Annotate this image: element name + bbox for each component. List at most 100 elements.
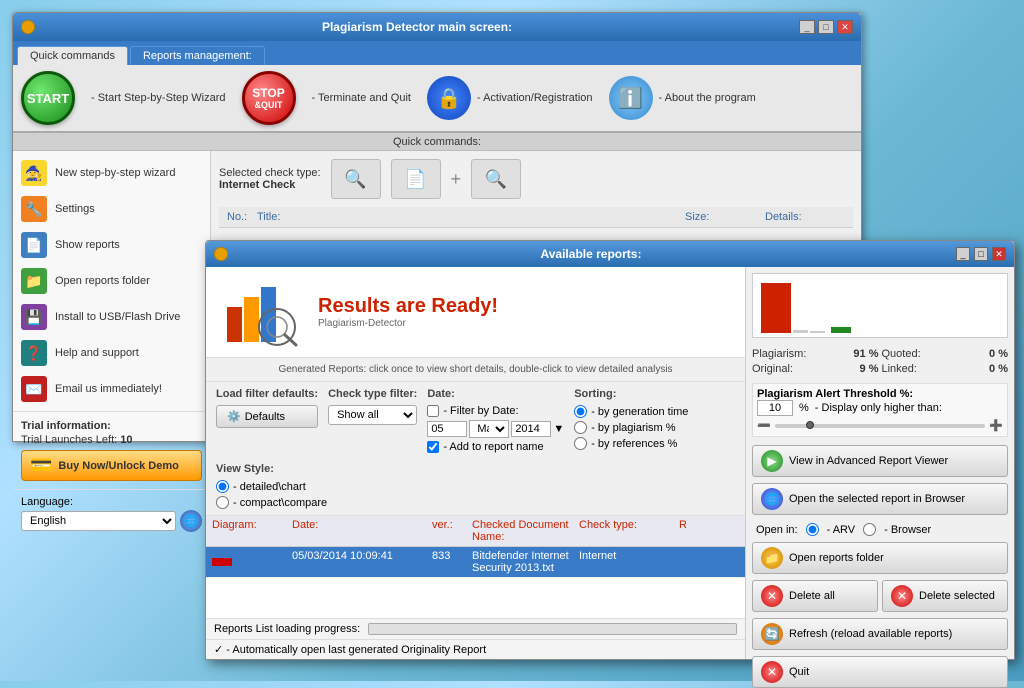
defaults-button[interactable]: ⚙️ Defaults	[216, 405, 318, 428]
reports-window: Available reports: _ □ ✕	[205, 240, 1015, 660]
buy-button[interactable]: 💳 Buy Now/Unlock Demo	[21, 450, 202, 481]
restore-button[interactable]: □	[818, 20, 834, 34]
threshold-label: Plagiarism Alert Threshold %:	[757, 388, 1003, 400]
original-value: 9 %	[860, 363, 879, 375]
threshold-display-label: - Display only higher than:	[815, 402, 942, 414]
settings-label: Settings	[55, 203, 95, 215]
add-to-report-checkbox[interactable]	[427, 441, 439, 453]
refresh-icon: 🔄	[761, 623, 783, 645]
filter-by-date-checkbox[interactable]	[427, 405, 439, 417]
date-month-select[interactable]: March	[469, 420, 509, 438]
trial-launches: Trial Launches Left: 10	[21, 434, 202, 446]
refresh-button[interactable]: 🔄 Refresh (reload available reports)	[752, 618, 1008, 650]
col-check-type: Check type:	[579, 519, 679, 543]
minus-icon[interactable]: ➖	[757, 419, 771, 432]
sidebar: 🧙 New step-by-step wizard 🔧 Settings 📄 S…	[13, 151, 211, 441]
check-type-filter-label: Check type filter:	[328, 388, 417, 400]
usb-label: Install to USB/Flash Drive	[55, 311, 180, 323]
col-diagram: Diagram:	[212, 519, 292, 543]
reports-minimize-button[interactable]: _	[956, 247, 970, 261]
settings-icon: 🔧	[21, 196, 47, 222]
toolbar: START - Start Step-by-Step Wizard STOP &…	[13, 65, 861, 133]
reports-restore-button[interactable]: □	[974, 247, 988, 261]
progress-label: Reports List loading progress:	[214, 623, 360, 635]
info-icon: ℹ️	[609, 76, 653, 120]
open-in-browser-radio[interactable]	[863, 523, 876, 536]
language-dropdown[interactable]: English	[21, 511, 176, 531]
table-row[interactable]: 05/03/2014 10:09:41 833 Bitdefender Inte…	[206, 547, 745, 578]
internet-check-icon[interactable]: 🔍	[331, 159, 381, 199]
sidebar-item-help[interactable]: ❓ Help and support	[13, 335, 210, 371]
about-button[interactable]: ℹ️ - About the program	[609, 76, 756, 120]
quoted-value: 0 %	[989, 348, 1008, 360]
delete-all-icon: ✕	[761, 585, 783, 607]
threshold-input[interactable]	[757, 400, 793, 416]
wizard-label: New step-by-step wizard	[55, 167, 175, 179]
view-detailed-radio[interactable]	[216, 480, 229, 493]
sidebar-item-reports[interactable]: 📄 Show reports	[13, 227, 210, 263]
date-year-input[interactable]	[511, 421, 551, 437]
delete-all-button[interactable]: ✕ Delete all	[752, 580, 878, 612]
reports-close-circle[interactable]	[214, 247, 228, 261]
open-browser-button[interactable]: 🌐 Open the selected report in Browser	[752, 483, 1008, 515]
quit-button[interactable]: ✕ Quit	[752, 656, 1008, 688]
advanced-check-icon[interactable]: 🔍	[471, 159, 521, 199]
stop-button[interactable]: STOP &QUIT	[242, 71, 296, 125]
sort-ref-radio[interactable]	[574, 437, 587, 450]
row-diagram	[212, 550, 292, 574]
start-button[interactable]: START	[21, 71, 75, 125]
reports-close-button[interactable]: ✕	[992, 247, 1006, 261]
sorting-group: Sorting: - by generation time - by plagi…	[574, 388, 688, 450]
plus-icon[interactable]: ➕	[989, 419, 1003, 432]
quit-label: Quit	[789, 666, 809, 678]
threshold-slider[interactable]	[775, 424, 986, 428]
load-defaults-label: Load filter defaults:	[216, 388, 318, 400]
sidebar-item-open-folder[interactable]: 📁 Open reports folder	[13, 263, 210, 299]
help-icon: ❓	[21, 340, 47, 366]
date-day-input[interactable]	[427, 421, 467, 437]
file-check-icon[interactable]: 📄	[391, 159, 441, 199]
open-in-arv-radio[interactable]	[806, 523, 819, 536]
open-in-label: Open in:	[756, 524, 798, 536]
chart-bar-small1	[793, 330, 808, 333]
quit-label: &QUIT	[255, 100, 283, 110]
view-arv-button[interactable]: ▶ View in Advanced Report Viewer	[752, 445, 1008, 477]
sidebar-item-email[interactable]: ✉️ Email us immediately!	[13, 371, 210, 407]
language-select: English 🌐	[21, 510, 202, 532]
add-to-report-row: - Add to report name	[427, 441, 564, 453]
threshold-section: Plagiarism Alert Threshold %: % - Displa…	[752, 383, 1008, 437]
close-button[interactable]: ✕	[837, 20, 853, 34]
launches-label: Trial Launches Left:	[21, 434, 117, 446]
load-defaults-group: Load filter defaults: ⚙️ Defaults	[216, 388, 318, 428]
view-arv-icon: ▶	[761, 450, 783, 472]
minimize-button[interactable]: _	[799, 20, 815, 34]
sidebar-item-settings[interactable]: 🔧 Settings	[13, 191, 210, 227]
sidebar-item-usb[interactable]: 💾 Install to USB/Flash Drive	[13, 299, 210, 335]
check-type-filter-dropdown[interactable]: Show all	[328, 405, 417, 425]
language-section: Language: English 🌐	[13, 489, 210, 538]
col-r: R	[679, 519, 739, 543]
results-graphic	[222, 277, 302, 347]
activation-button[interactable]: 🔒 - Activation/Registration	[427, 76, 593, 120]
delete-selected-button[interactable]: ✕ Delete selected	[882, 580, 1008, 612]
delete-selected-icon: ✕	[891, 585, 913, 607]
results-banner: Results are Ready! Plagiarism-Detector	[206, 267, 745, 358]
open-folder-icon: 📁	[761, 547, 783, 569]
sidebar-item-wizard[interactable]: 🧙 New step-by-step wizard	[13, 155, 210, 191]
close-circle-icon[interactable]	[21, 20, 35, 34]
launches-count: 10	[120, 434, 132, 446]
tab-reports-management[interactable]: Reports management:	[130, 46, 265, 65]
open-folder-button[interactable]: 📁 Open reports folder	[752, 542, 1008, 574]
sort-gen-radio[interactable]	[574, 405, 587, 418]
view-compact-radio[interactable]	[216, 496, 229, 509]
results-subtitle: Plagiarism-Detector	[318, 318, 498, 329]
col-details: Details:	[765, 211, 845, 223]
original-label: Original:	[752, 363, 793, 375]
sort-gen-label: - by generation time	[591, 406, 688, 418]
results-note: Generated Reports: click once to view sh…	[206, 358, 745, 382]
sort-plag-radio[interactable]	[574, 421, 587, 434]
tab-quick-commands[interactable]: Quick commands	[17, 46, 128, 65]
filter-bar: Load filter defaults: ⚙️ Defaults Check …	[206, 382, 745, 516]
stat-original: Original: 9 %	[752, 363, 879, 375]
linked-value: 0 %	[989, 363, 1008, 375]
